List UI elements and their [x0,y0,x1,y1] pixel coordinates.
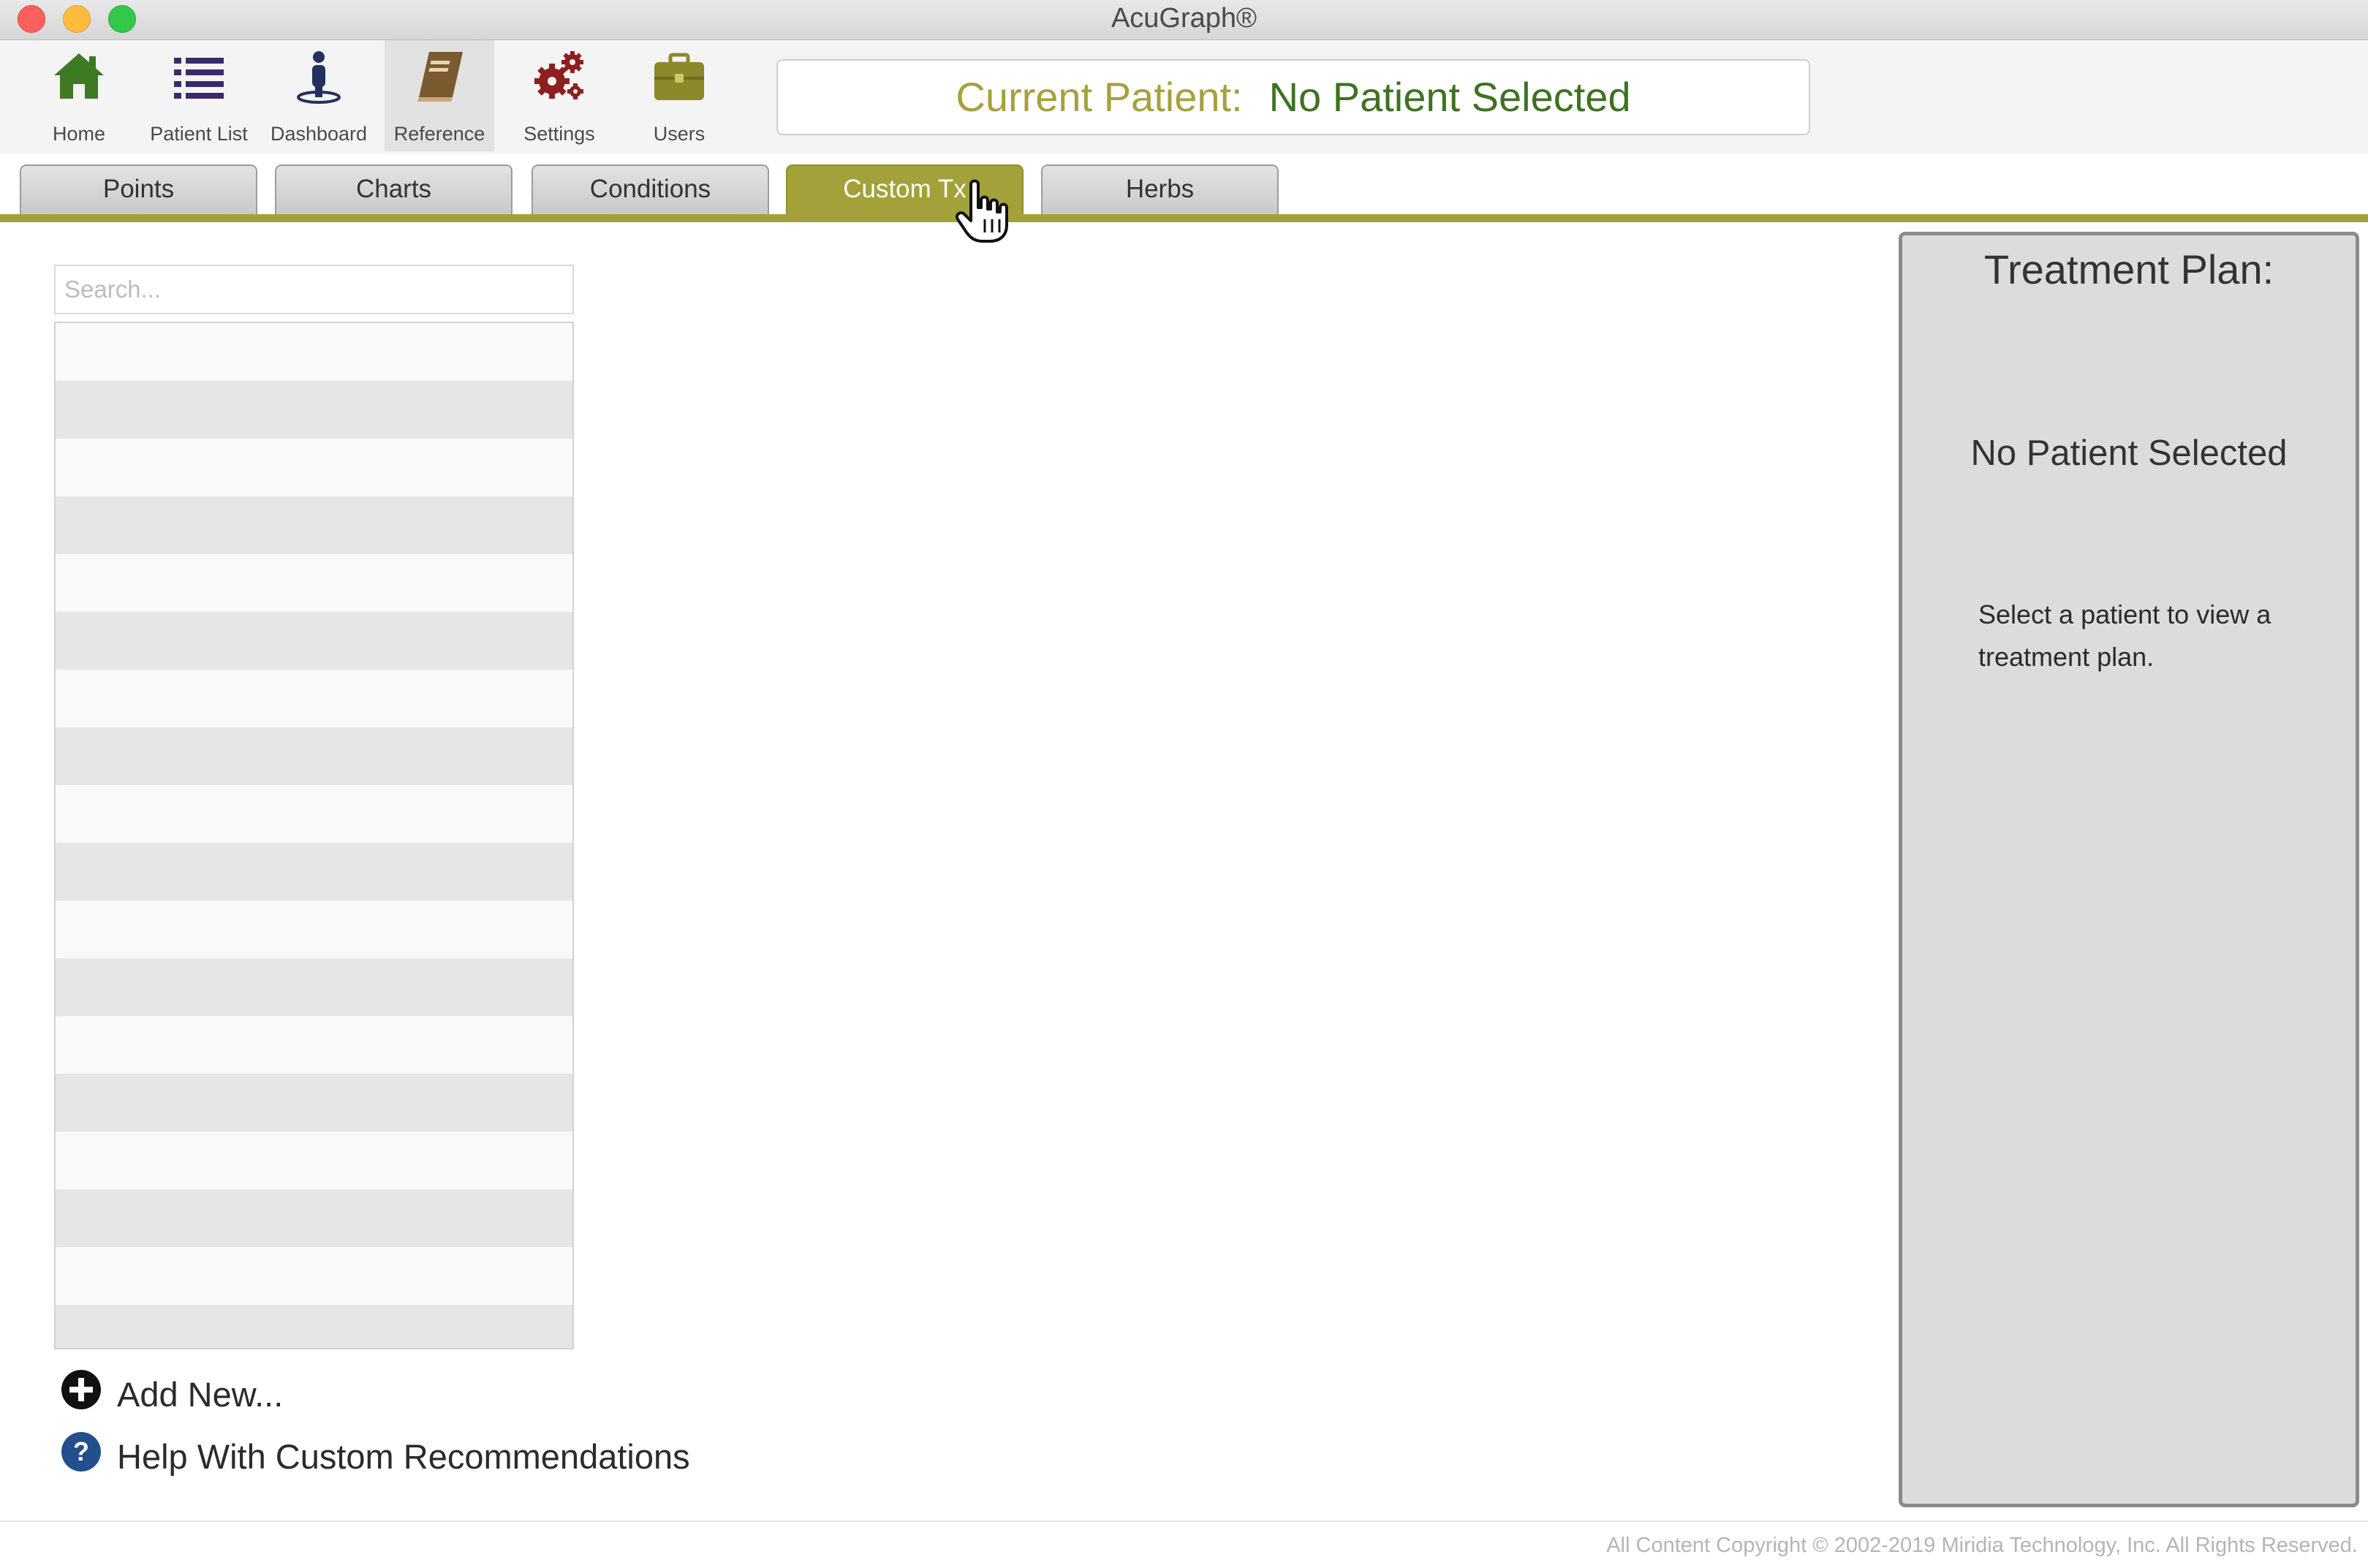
list-icon [174,58,224,99]
toolbar-home-button[interactable]: Home [24,40,134,151]
home-icon [54,53,104,99]
svg-text:?: ? [73,1436,89,1466]
toolbar-settings-button[interactable]: Settings [504,40,614,151]
tab-custom-tx[interactable]: Custom Tx [786,164,1024,214]
window-title: AcuGraph® [1111,3,1257,34]
tab-herbs[interactable]: Herbs [1041,164,1279,214]
current-patient-label: Current Patient: [956,74,1243,120]
tab-points[interactable]: Points [20,164,257,214]
search-input[interactable] [54,265,574,314]
footer-divider [0,1520,2368,1522]
toolbar-reference-label: Reference [393,123,485,145]
plus-circle-icon [61,1370,101,1409]
treatment-plan-title: Treatment Plan: [1983,246,2274,292]
current-patient-display: Current Patient: No Patient Selected [776,59,1810,135]
tab-underline [0,214,2368,222]
toolbar-users-label: Users [653,123,706,145]
tab-conditions[interactable]: Conditions [532,164,769,214]
toolbar-patient-list-button[interactable]: Patient List [144,40,254,151]
person-icon [297,51,341,104]
toolbar-settings-label: Settings [523,123,595,145]
reference-tab-bar: Points Charts Conditions Custom Tx Herbs [0,154,2368,222]
book-icon [417,52,463,102]
briefcase-icon [654,53,704,100]
treatment-plan-patient: No Patient Selected [1970,433,2288,473]
toolbar-patient-list-label: Patient List [150,123,248,145]
toolbar-dashboard-button[interactable]: Dashboard [264,40,374,151]
toolbar-reference-button[interactable]: Reference [385,40,494,151]
current-patient-value: No Patient Selected [1268,74,1631,120]
toolbar-users-button[interactable]: Users [624,40,734,151]
gears-icon [534,51,583,99]
treatment-plan-hint: Select a patient to view a treatment pla… [1978,599,2271,672]
help-custom-recommendations-label: Help With Custom Recommendations [117,1437,690,1476]
add-new-label: Add New... [117,1375,284,1414]
custom-recommendations-list[interactable] [54,322,574,1349]
treatment-plan-panel: Treatment Plan: No Patient Selected Sele… [1899,232,2359,1507]
tab-charts[interactable]: Charts [275,164,512,214]
main-toolbar: Home Patient List Dashboard Reference Se… [0,40,2368,154]
app-window: AcuGraph® Home Patient List Dashboard Re… [0,0,2368,1568]
help-question-icon: ? [61,1432,101,1472]
title-bar: AcuGraph® [0,0,2368,40]
toolbar-dashboard-label: Dashboard [270,123,368,145]
toolbar-home-label: Home [52,123,106,145]
copyright-notice: All Content Copyright © 2002-2019 Miridi… [1606,1534,2358,1557]
